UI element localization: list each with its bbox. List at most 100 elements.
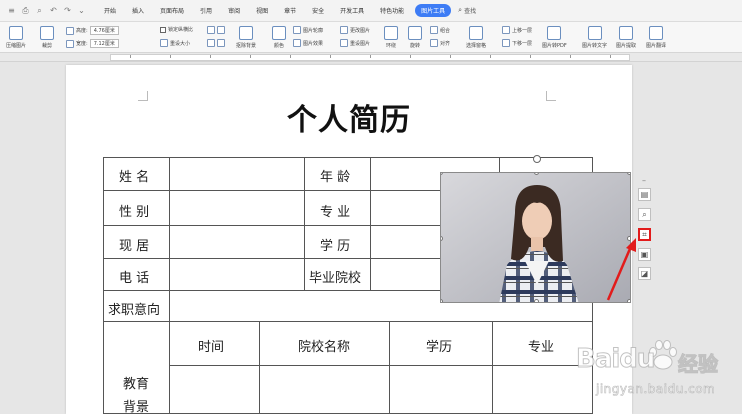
picture-extract-button[interactable]: 图片提取 bbox=[616, 22, 636, 49]
ruler-tick bbox=[250, 55, 251, 58]
picture-outline-icon bbox=[293, 26, 301, 34]
education-label-line2: 背景 bbox=[123, 400, 150, 414]
align-icon bbox=[430, 39, 438, 47]
reset-size-button[interactable]: 重设大小 bbox=[160, 39, 190, 47]
name-label: 姓 名 bbox=[119, 170, 150, 185]
collapse-sidebar-icon[interactable]: – bbox=[642, 176, 646, 185]
tab-review[interactable]: 审阅 bbox=[223, 4, 245, 17]
tab-page-layout[interactable]: 页面布局 bbox=[155, 4, 189, 17]
baidu-watermark: Baidu 经验 jingyan.baidu.com bbox=[558, 330, 738, 410]
watermark-brand-cn: 经验 bbox=[678, 352, 719, 377]
horizontal-ruler[interactable] bbox=[0, 53, 742, 62]
lock-aspect-ratio-checkbox[interactable]: 锁定纵横比 bbox=[160, 26, 193, 33]
rotate-handle[interactable] bbox=[533, 155, 541, 163]
table-cell[interactable] bbox=[259, 365, 390, 414]
rotate-icons-row bbox=[207, 26, 227, 34]
residence-label: 现 居 bbox=[119, 239, 150, 254]
width-input[interactable]: 7.12厘米 bbox=[89, 39, 119, 48]
width-control: 宽度: 7.12厘米 bbox=[66, 39, 121, 48]
table-cell[interactable] bbox=[389, 365, 493, 414]
ruler-tick bbox=[330, 55, 331, 58]
reset-picture-button[interactable]: 重设图片 bbox=[340, 39, 370, 47]
picture-extract-icon bbox=[619, 26, 633, 40]
picture-to-pdf-button[interactable]: 图片转PDF bbox=[542, 22, 567, 49]
wrap-text-button[interactable]: 环绕 bbox=[384, 22, 398, 49]
tab-picture-tools[interactable]: 图片工具 bbox=[415, 4, 452, 17]
quick-access-dropdown-icon[interactable]: ⌄ bbox=[76, 5, 87, 16]
tab-special-features[interactable]: 特色功能 bbox=[375, 4, 409, 17]
send-backward-button[interactable]: 下移一层 bbox=[502, 39, 532, 47]
table-cell[interactable] bbox=[169, 258, 305, 291]
flip-vertical-icon[interactable] bbox=[217, 39, 225, 47]
resize-handle[interactable] bbox=[441, 299, 443, 302]
red-arrow-annotation bbox=[606, 238, 636, 301]
tab-developer[interactable]: 开发工具 bbox=[335, 4, 369, 17]
file-menu-icon[interactable]: ≡ bbox=[6, 5, 17, 16]
picture-effects-icon bbox=[293, 39, 301, 47]
edu-header-school: 院校名称 bbox=[298, 340, 351, 355]
redo-icon[interactable]: ↷ bbox=[62, 5, 73, 16]
group-button[interactable]: 组合 bbox=[430, 26, 450, 34]
preview-icon[interactable]: ⌕ bbox=[34, 5, 45, 16]
school-label: 毕业院校 bbox=[309, 271, 362, 286]
edu-header-time: 时间 bbox=[198, 340, 225, 355]
table-cell[interactable] bbox=[169, 365, 260, 414]
resize-handle[interactable] bbox=[627, 173, 630, 175]
table-cell[interactable] bbox=[169, 190, 305, 226]
color-button[interactable]: 颜色 bbox=[272, 22, 286, 49]
wrap-text-icon bbox=[384, 26, 398, 40]
tab-security[interactable]: 安全 bbox=[307, 4, 329, 17]
picture-to-text-button[interactable]: 图片转文字 bbox=[582, 22, 607, 49]
ruler-tick bbox=[570, 55, 571, 58]
bring-forward-button[interactable]: 上移一层 bbox=[502, 26, 532, 34]
rotate-left-icon[interactable] bbox=[207, 26, 215, 34]
picture-tools-ribbon: 压缩图片 裁剪 高度: 4.76厘米 宽度: 7.12厘米 锁定纵横比 重设大小… bbox=[0, 22, 742, 53]
change-picture-icon bbox=[340, 26, 348, 34]
compress-icon bbox=[9, 26, 23, 40]
table-cell[interactable] bbox=[169, 225, 305, 259]
flip-horizontal-icon[interactable] bbox=[207, 39, 215, 47]
flip-icons-row bbox=[207, 39, 227, 47]
tab-view[interactable]: 视图 bbox=[251, 4, 273, 17]
rotate-right-icon[interactable] bbox=[217, 26, 225, 34]
phone-label: 电 话 bbox=[119, 271, 150, 286]
send-backward-icon bbox=[502, 39, 510, 47]
layout-options-icon[interactable]: ▤ bbox=[638, 188, 651, 201]
ruler-tick bbox=[130, 55, 131, 58]
selection-pane-button[interactable]: 选择窗格 bbox=[466, 22, 486, 49]
align-button[interactable]: 对齐 bbox=[430, 39, 450, 47]
remove-background-button[interactable]: 抠除背景 bbox=[236, 22, 256, 49]
tab-sections[interactable]: 章节 bbox=[279, 4, 301, 17]
picture-translate-button[interactable]: 图片翻译 bbox=[646, 22, 666, 49]
undo-icon[interactable]: ↶ bbox=[48, 5, 59, 16]
tab-home[interactable]: 开始 bbox=[99, 4, 121, 17]
group-icon bbox=[430, 26, 438, 34]
bring-forward-icon bbox=[502, 26, 510, 34]
ruler-tick bbox=[370, 55, 371, 58]
reset-picture-icon bbox=[340, 39, 348, 47]
table-cell[interactable] bbox=[169, 157, 305, 191]
edu-header-major: 专业 bbox=[528, 340, 555, 355]
tab-insert[interactable]: 插入 bbox=[127, 4, 149, 17]
search-box[interactable]: ⌕ 查找 bbox=[458, 6, 476, 15]
change-picture-button[interactable]: 更改图片 bbox=[340, 26, 370, 34]
pdf-icon bbox=[547, 26, 562, 40]
picture-effects-button[interactable]: 图片效果 bbox=[293, 39, 323, 47]
checkbox-icon bbox=[160, 26, 166, 33]
print-icon[interactable]: ⎙ bbox=[20, 5, 31, 16]
resize-handle[interactable] bbox=[534, 299, 539, 302]
height-icon bbox=[66, 26, 74, 35]
tab-references[interactable]: 引用 bbox=[195, 4, 217, 17]
zoom-picture-icon[interactable]: ⌕ bbox=[638, 208, 651, 221]
compress-picture-button[interactable]: 压缩图片 bbox=[6, 22, 26, 49]
watermark-url: jingyan.baidu.com bbox=[596, 382, 716, 397]
document-title: 个人简历 bbox=[287, 103, 411, 138]
height-control: 高度: 4.76厘米 bbox=[66, 26, 121, 35]
picture-outline-button[interactable]: 图片轮廓 bbox=[293, 26, 323, 34]
crop-button[interactable]: 裁剪 bbox=[40, 22, 54, 49]
picture-translate-icon bbox=[649, 26, 663, 40]
job-intention-label: 求职意向 bbox=[108, 303, 161, 318]
rotate-button[interactable]: 旋转 bbox=[408, 22, 422, 49]
height-input[interactable]: 4.76厘米 bbox=[89, 26, 119, 35]
color-icon bbox=[272, 26, 286, 40]
